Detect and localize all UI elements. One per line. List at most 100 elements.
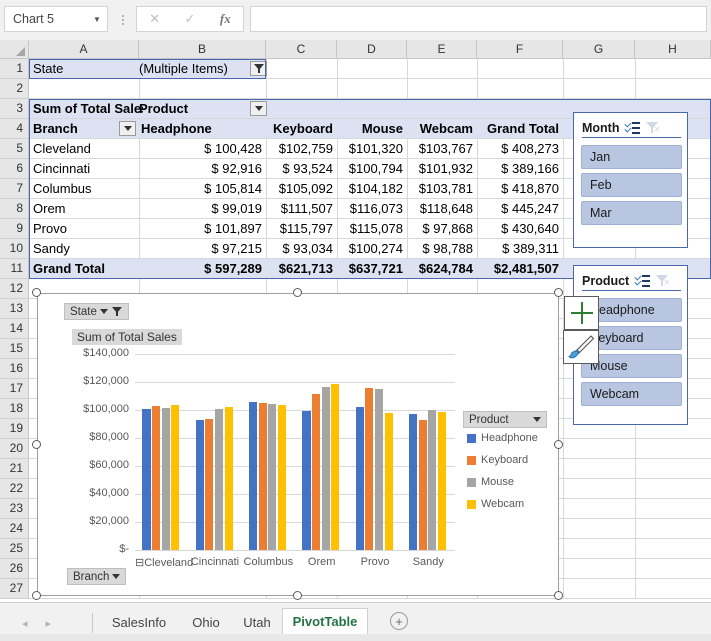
chart-bar (312, 394, 320, 550)
row-header-2[interactable]: 2 (0, 79, 29, 99)
row-header-27[interactable]: 27 (0, 579, 29, 599)
excel-window: Chart 5 ▼ ✕ ✓ fx ABCDEFGH 12345678910111… (0, 0, 711, 641)
chart-resize-handle[interactable] (554, 440, 563, 449)
row-header-16[interactable]: 16 (0, 359, 29, 379)
row-header-21[interactable]: 21 (0, 459, 29, 479)
chart-gridline (135, 354, 455, 355)
chart-legend-button-product-label: Product (469, 414, 530, 426)
legend-swatch (467, 500, 476, 509)
row-header-17[interactable]: 17 (0, 379, 29, 399)
chart-gridline (135, 382, 455, 383)
row-header-19[interactable]: 19 (0, 419, 29, 439)
chart-category-label: Orem (295, 556, 348, 568)
filter-applied-icon (111, 306, 123, 317)
row-header-3[interactable]: 3 (0, 99, 29, 119)
slicer-item-mar[interactable]: Mar (581, 201, 682, 225)
chart-resize-handle[interactable] (32, 288, 41, 297)
multi-select-icon[interactable] (625, 121, 640, 134)
chart-resize-handle[interactable] (32, 440, 41, 449)
chart-ytick-label: $100,000 (59, 403, 129, 415)
row-header-10[interactable]: 10 (0, 239, 29, 259)
chevron-down-icon[interactable]: ▼ (87, 7, 107, 31)
column-header-a[interactable]: A (29, 40, 139, 59)
chart-bar (375, 389, 383, 550)
clear-filter-icon[interactable]: ✕ (656, 274, 670, 287)
row-header-24[interactable]: 24 (0, 519, 29, 539)
column-header-c[interactable]: C (266, 40, 337, 59)
sheet-nav-arrows[interactable]: ◂ ▸ (22, 613, 82, 633)
pivot-chart-object[interactable]: State Sum of Total Sales $140,000$120,00… (37, 293, 559, 596)
row-header-15[interactable]: 15 (0, 339, 29, 359)
name-box[interactable]: Chart 5 ▼ (4, 6, 108, 32)
legend-swatch (467, 434, 476, 443)
chart-resize-handle[interactable] (293, 288, 302, 297)
chart-legend-button-product[interactable]: Product (463, 411, 547, 428)
column-header-h[interactable]: H (635, 40, 711, 59)
slicer-product-title: Product (582, 274, 629, 288)
legend-label: Webcam (481, 498, 524, 510)
column-header-d[interactable]: D (337, 40, 407, 59)
slicer-month[interactable]: Month ✕ JanFebMar (573, 112, 688, 248)
legend-swatch (467, 456, 476, 465)
formula-bar: Chart 5 ▼ ✕ ✓ fx (0, 0, 711, 40)
chart-resize-handle[interactable] (554, 591, 563, 600)
row-header-8[interactable]: 8 (0, 199, 29, 219)
row-header-11[interactable]: 11 (0, 259, 29, 279)
row-header-23[interactable]: 23 (0, 499, 29, 519)
cancel-icon[interactable]: ✕ (137, 7, 172, 31)
paintbrush-icon (566, 333, 596, 361)
row-header-1[interactable]: 1 (0, 59, 29, 79)
chart-bar (249, 402, 257, 550)
row-header-26[interactable]: 26 (0, 559, 29, 579)
chart-category-label: Columbus (242, 556, 295, 568)
row-header-25[interactable]: 25 (0, 539, 29, 559)
legend-swatch (467, 478, 476, 487)
chart-bar (152, 406, 160, 550)
multi-select-icon[interactable] (635, 274, 650, 287)
chart-ytick-label: $120,000 (59, 375, 129, 387)
add-sheet-button[interactable]: + (390, 612, 408, 630)
chart-gridline (135, 550, 455, 551)
row-header-6[interactable]: 6 (0, 159, 29, 179)
select-all-corner[interactable] (0, 40, 29, 59)
insert-function-icon[interactable]: fx (208, 7, 243, 31)
chart-resize-handle[interactable] (293, 591, 302, 600)
chart-gridline (135, 494, 455, 495)
chart-gridline (135, 438, 455, 439)
sheet-tab-pivottable[interactable]: PivotTable (282, 608, 368, 636)
chart-bar (259, 403, 267, 550)
row-header-13[interactable]: 13 (0, 299, 29, 319)
row-header-14[interactable]: 14 (0, 319, 29, 339)
row-header-9[interactable]: 9 (0, 219, 29, 239)
slicer-item-webcam[interactable]: Webcam (581, 382, 682, 406)
clear-filter-icon[interactable]: ✕ (646, 121, 660, 134)
row-header-18[interactable]: 18 (0, 399, 29, 419)
formula-bar-grip[interactable] (118, 10, 128, 30)
slicer-item-feb[interactable]: Feb (581, 173, 682, 197)
row-header-4[interactable]: 4 (0, 119, 29, 139)
next-sheet-icon[interactable]: ▸ (46, 617, 52, 630)
row-header-22[interactable]: 22 (0, 479, 29, 499)
chart-filter-button-state[interactable]: State (64, 303, 129, 320)
chart-resize-handle[interactable] (554, 288, 563, 297)
chevron-down-icon (100, 309, 108, 314)
row-header-5[interactable]: 5 (0, 139, 29, 159)
sheet-tab-salesinfo[interactable]: SalesInfo (98, 608, 180, 636)
chart-legend-item: Keyboard (467, 454, 528, 466)
row-header-12[interactable]: 12 (0, 279, 29, 299)
prev-sheet-icon[interactable]: ◂ (22, 617, 28, 630)
slicer-item-jan[interactable]: Jan (581, 145, 682, 169)
row-header-7[interactable]: 7 (0, 179, 29, 199)
enter-icon[interactable]: ✓ (172, 7, 207, 31)
column-header-f[interactable]: F (477, 40, 563, 59)
column-header-b[interactable]: B (139, 40, 266, 59)
row-header-20[interactable]: 20 (0, 439, 29, 459)
column-header-g[interactable]: G (563, 40, 635, 59)
chart-resize-handle[interactable] (32, 591, 41, 600)
formula-input[interactable] (250, 6, 707, 32)
chart-axis-button-branch[interactable]: Branch (67, 568, 126, 585)
sheet-tab-ohio[interactable]: Ohio (180, 608, 232, 636)
column-header-e[interactable]: E (407, 40, 477, 59)
sheet-tab-utah[interactable]: Utah (232, 608, 282, 636)
gridline-horizontal (29, 598, 711, 599)
